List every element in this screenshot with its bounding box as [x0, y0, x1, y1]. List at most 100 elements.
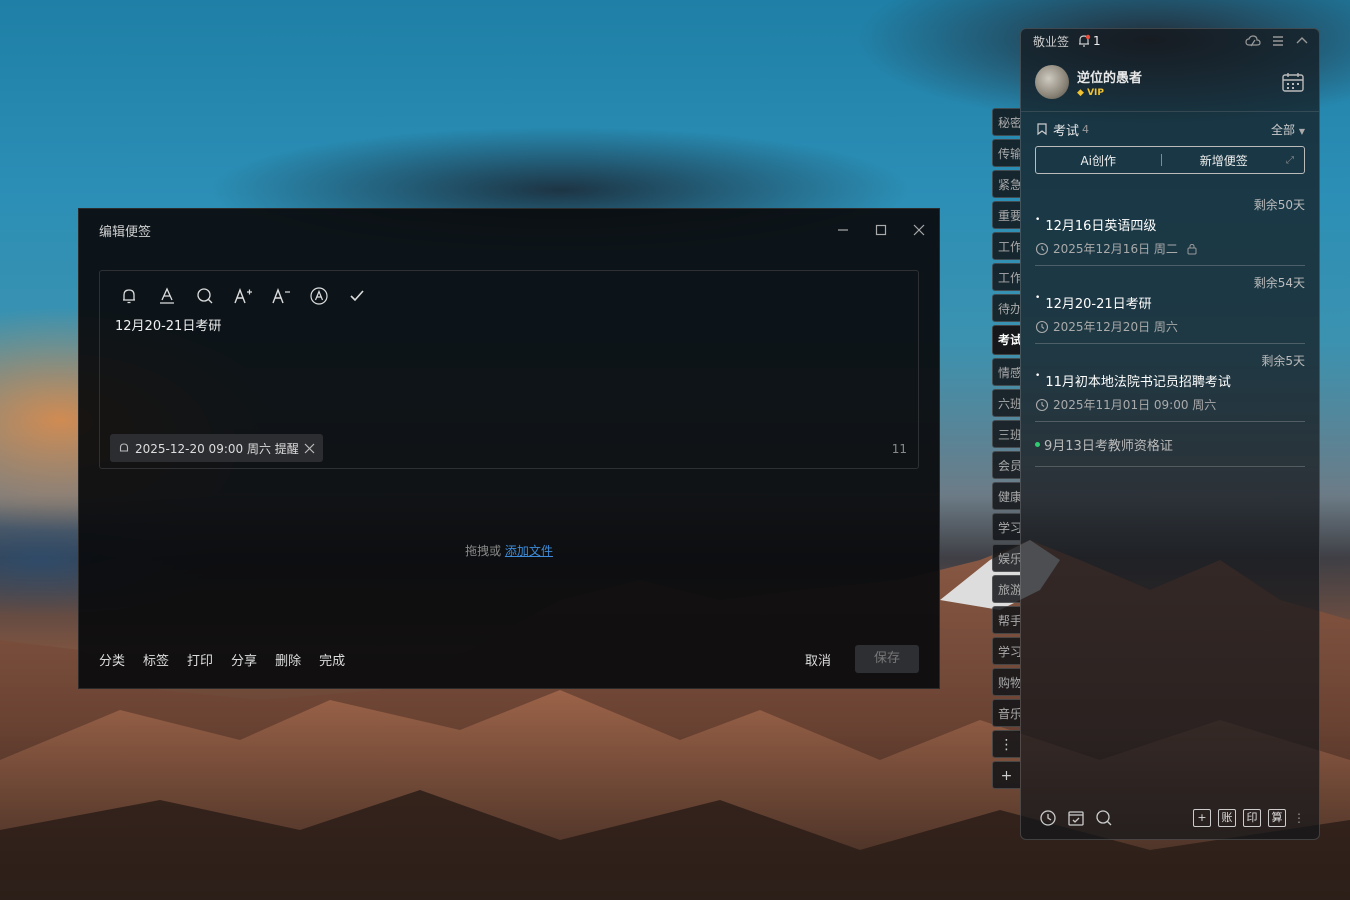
side-tab[interactable]: 秘密: [992, 108, 1020, 136]
side-tab[interactable]: 音乐: [992, 699, 1020, 727]
note-list-item[interactable]: 剩余54天 12月20-21日考研 2025年12月20日 周六: [1035, 266, 1305, 344]
side-tab[interactable]: 考试: [992, 325, 1020, 355]
user-profile: 逆位的愚者 ◆ VIP: [1021, 53, 1319, 112]
side-tab[interactable]: 学习: [992, 637, 1020, 665]
add-file-link[interactable]: 添加文件: [505, 544, 553, 558]
font-color-icon: [160, 287, 174, 304]
font-style-button[interactable]: [308, 285, 330, 307]
font-decrease-button[interactable]: [270, 285, 292, 307]
category-header: 考试 4 全部 ▼: [1021, 112, 1319, 146]
note-list-item[interactable]: 剩余50天 12月16日英语四级 2025年12月16日 周二: [1035, 188, 1305, 266]
note-date: 2025年11月01日 09:00 周六: [1053, 398, 1217, 412]
app-name: 敬业签: [1033, 34, 1070, 49]
new-note-button[interactable]: 新增便签: [1162, 152, 1287, 169]
notification-bell-icon: [1079, 34, 1091, 47]
share-button[interactable]: 分享: [231, 650, 257, 669]
panel-actions: Ai创作 新增便签 ⤢: [1035, 146, 1305, 174]
side-tab[interactable]: 会员: [992, 451, 1020, 479]
maximize-icon[interactable]: [875, 224, 887, 236]
ai-create-button[interactable]: Ai创作: [1036, 152, 1161, 169]
notification-count: 1: [1093, 34, 1101, 48]
remove-reminder-icon[interactable]: [304, 443, 315, 454]
note-editor-box: 12月20-21日考研 2025-12-20 09:00 周六 提醒 11: [99, 270, 919, 469]
minimize-icon[interactable]: [837, 224, 849, 236]
search-icon[interactable]: [1095, 809, 1113, 827]
clock-icon[interactable]: [1039, 809, 1057, 827]
category-button[interactable]: 分类: [99, 650, 125, 669]
find-button[interactable]: [194, 285, 216, 307]
side-tab[interactable]: 帮手: [992, 606, 1020, 634]
complete-button[interactable]: 完成: [319, 650, 345, 669]
expand-icon[interactable]: ⤢: [1286, 155, 1304, 166]
bell-icon: [119, 443, 129, 452]
side-tab[interactable]: 健康: [992, 482, 1020, 510]
note-title: 12月20-21日考研: [1035, 293, 1305, 312]
note-title: 11月初本地法院书记员招聘考试: [1035, 371, 1305, 390]
dialog-footer: 分类 标签 打印 分享 删除 完成 取消 保存: [99, 645, 919, 673]
cloud-sync-icon[interactable]: [1245, 34, 1261, 48]
bookmark-icon: [1037, 123, 1047, 136]
account-button[interactable]: 账: [1218, 809, 1236, 827]
side-tab[interactable]: 待办: [992, 294, 1020, 322]
reminder-text: 2025-12-20 09:00 周六 提醒: [135, 441, 299, 456]
side-tab[interactable]: 学习: [992, 513, 1020, 541]
delete-button[interactable]: 删除: [275, 650, 301, 669]
side-tab[interactable]: 紧急: [992, 170, 1020, 198]
collapse-icon[interactable]: [1295, 34, 1309, 48]
note-date-row: 2025年12月16日 周二: [1035, 240, 1305, 257]
more-tabs-icon[interactable]: ⋮: [992, 730, 1020, 758]
check-icon: [350, 290, 364, 302]
done-check-button[interactable]: [346, 285, 368, 307]
side-tab[interactable]: 重要: [992, 201, 1020, 229]
side-tab[interactable]: 工作: [992, 232, 1020, 260]
filter-dropdown[interactable]: 全部 ▼: [1271, 121, 1305, 138]
menu-icon[interactable]: [1271, 34, 1285, 48]
tag-button[interactable]: 标签: [143, 650, 169, 669]
side-tab[interactable]: 六班: [992, 389, 1020, 417]
notification-button[interactable]: 1: [1077, 34, 1101, 48]
more-icon[interactable]: ⋮: [1293, 811, 1305, 825]
note-date-row: 2025年12月20日 周六: [1035, 318, 1305, 335]
note-date: 2025年12月20日 周六: [1053, 320, 1178, 334]
calendar-button[interactable]: [1281, 71, 1305, 93]
char-count: 11: [891, 442, 907, 456]
font-increase-button[interactable]: [232, 285, 254, 307]
remaining-days: 剩余5天: [1261, 354, 1305, 368]
save-button[interactable]: 保存: [855, 645, 919, 673]
side-tab[interactable]: 旅游: [992, 575, 1020, 603]
reminder-button[interactable]: [118, 285, 140, 307]
calendar-icon: [1282, 73, 1304, 92]
note-content[interactable]: 12月20-21日考研: [100, 307, 918, 334]
dialog-titlebar: 编辑便签: [79, 209, 939, 251]
done-note[interactable]: 9月13日考教师资格证: [1035, 422, 1305, 467]
caret-down-icon: ▼: [1298, 126, 1305, 136]
cancel-button[interactable]: 取消: [805, 650, 831, 669]
close-icon[interactable]: [913, 224, 925, 236]
note-list-item[interactable]: 剩余5天 11月初本地法院书记员招聘考试 2025年11月01日 09:00 周六: [1035, 344, 1305, 422]
vip-badge: ◆ VIP: [1077, 88, 1142, 98]
reminder-chip[interactable]: 2025-12-20 09:00 周六 提醒: [110, 434, 323, 462]
side-tab[interactable]: 娱乐: [992, 544, 1020, 572]
username[interactable]: 逆位的愚者: [1077, 67, 1142, 86]
note-date: 2025年12月16日 周二: [1053, 242, 1178, 256]
vip-label: VIP: [1087, 87, 1104, 98]
checklist-icon[interactable]: [1067, 809, 1085, 827]
side-tab[interactable]: 工作: [992, 263, 1020, 291]
note-title: 12月16日英语四级: [1035, 215, 1305, 234]
calculator-button[interactable]: 算: [1268, 809, 1286, 827]
remaining-days: 剩余50天: [1253, 198, 1305, 212]
side-tab[interactable]: 情感: [992, 358, 1020, 386]
file-drop-zone: 拖拽或 添加文件: [79, 542, 939, 559]
side-tab[interactable]: 传输: [992, 139, 1020, 167]
add-square-button[interactable]: +: [1193, 809, 1211, 827]
font-style-icon: [310, 287, 328, 305]
print-button[interactable]: 印: [1243, 809, 1261, 827]
clock-icon: [1035, 242, 1049, 255]
avatar[interactable]: [1035, 65, 1069, 99]
font-color-button[interactable]: [156, 285, 178, 307]
category-name: 考试: [1053, 123, 1080, 139]
side-tab[interactable]: 购物: [992, 668, 1020, 696]
print-button[interactable]: 打印: [187, 650, 213, 669]
add-tab-icon[interactable]: +: [992, 761, 1020, 789]
side-tab[interactable]: 三班: [992, 420, 1020, 448]
